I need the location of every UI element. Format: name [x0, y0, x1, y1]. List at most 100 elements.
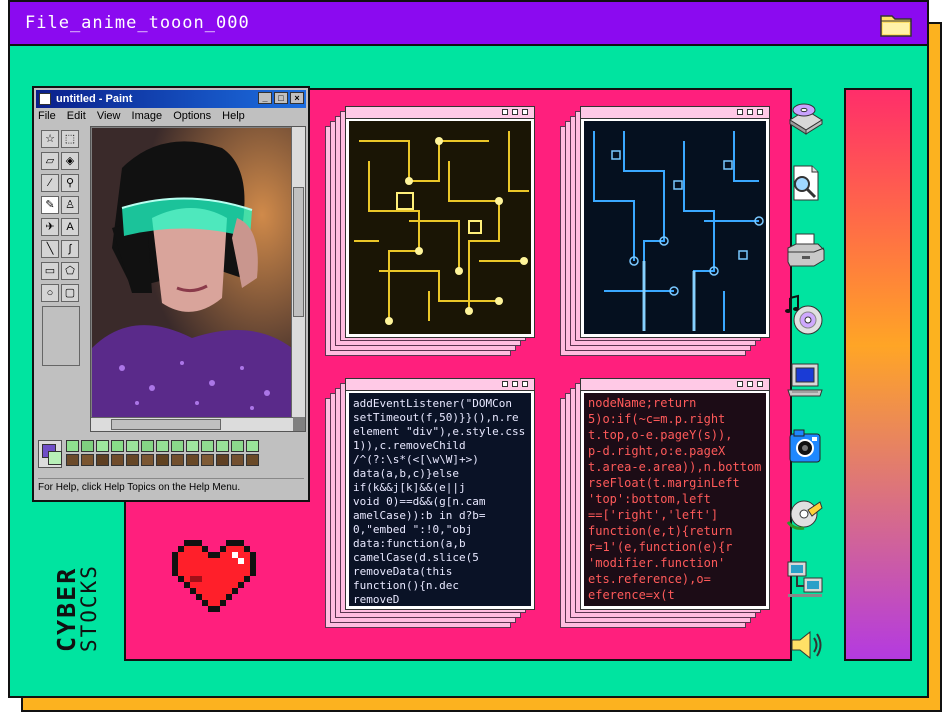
palette-swatch[interactable] — [216, 440, 229, 452]
magnifier-icon[interactable]: ⚲ — [61, 174, 79, 192]
palette-swatch[interactable] — [96, 454, 109, 466]
curve-icon[interactable]: ∫ — [61, 240, 79, 258]
polygon-icon[interactable]: ⬠ — [61, 262, 79, 280]
folder-icon[interactable] — [879, 10, 913, 38]
palette-swatch[interactable] — [171, 440, 184, 452]
palette-swatch[interactable] — [66, 454, 79, 466]
eraser-icon[interactable]: ▱ — [41, 152, 59, 170]
printer-icon[interactable] — [784, 228, 826, 270]
code-line: 'top':bottom,left — [588, 492, 711, 506]
code-line: function(){n.dec — [353, 579, 459, 592]
rectangle-icon[interactable]: ▭ — [41, 262, 59, 280]
current-color[interactable] — [38, 440, 62, 468]
palette-swatch[interactable] — [231, 454, 244, 466]
palette-swatch[interactable] — [201, 454, 214, 466]
paint-canvas[interactable] — [90, 126, 306, 432]
tool-options-box[interactable] — [42, 306, 80, 366]
ellipse-icon[interactable]: ○ — [41, 284, 59, 302]
fill-bucket-icon[interactable]: ◈ — [61, 152, 79, 170]
palette-swatch[interactable] — [96, 440, 109, 452]
menu-view[interactable]: View — [97, 110, 121, 122]
palette-swatch[interactable] — [156, 440, 169, 452]
maximize-button[interactable]: □ — [274, 92, 288, 104]
airbrush-icon[interactable]: ✈ — [41, 218, 59, 236]
menu-options[interactable]: Options — [173, 110, 211, 122]
vertical-scrollbar[interactable] — [291, 127, 305, 417]
rounded-rect-icon[interactable]: ▢ — [61, 284, 79, 302]
palette-swatch[interactable] — [66, 440, 79, 452]
cd-drive-icon[interactable] — [784, 96, 826, 138]
tile-stack-blue-circuit[interactable] — [560, 106, 770, 356]
desktop-icons — [784, 96, 830, 690]
brush-icon[interactable]: ♙ — [61, 196, 79, 214]
code-line: element "div"),e.style.css — [353, 425, 525, 438]
cyber-stocks-logo: CYBER STOCKS — [52, 548, 102, 656]
palette-swatch[interactable] — [81, 454, 94, 466]
palette-swatch[interactable] — [81, 440, 94, 452]
paint-title-bar[interactable]: untitled - Paint _ □ × — [36, 90, 306, 108]
pencil-icon[interactable]: ✎ — [41, 196, 59, 214]
code-line: data:function(a,b — [353, 537, 466, 550]
palette-swatch[interactable] — [126, 440, 139, 452]
palette-swatch[interactable] — [246, 454, 259, 466]
palette-swatch[interactable] — [231, 440, 244, 452]
tile-window-code-red[interactable]: nodeName;return 5)o:if(~c=m.p.right t.top,… — [580, 378, 770, 610]
code-line: ==['right','left'] — [588, 508, 718, 522]
minimize-button[interactable]: _ — [258, 92, 272, 104]
paint-window[interactable]: untitled - Paint _ □ × File Edit View Im… — [32, 86, 310, 502]
code-line: 0,"embed ":!0,"obj — [353, 523, 472, 536]
palette-swatch[interactable] — [201, 440, 214, 452]
palette-swatch[interactable] — [216, 454, 229, 466]
cd-music-icon[interactable] — [784, 294, 826, 336]
code-line: eference=x(t — [588, 588, 675, 602]
code-line: rseFloat(t.marginLeft — [588, 476, 740, 490]
free-select-icon[interactable]: ☆ — [41, 130, 59, 148]
menu-file[interactable]: File — [38, 110, 56, 122]
code-line: 'modifier.function' — [588, 556, 725, 570]
tile-stack-yellow-circuit[interactable] — [325, 106, 535, 356]
palette-swatch[interactable] — [171, 454, 184, 466]
code-line: r=1'(e,function(e){r — [588, 540, 733, 554]
close-button[interactable]: × — [290, 92, 304, 104]
media-player-icon[interactable] — [784, 492, 826, 534]
palette-swatch[interactable] — [186, 440, 199, 452]
code-line: 1)),c.removeChild — [353, 439, 466, 452]
palette-swatch[interactable] — [111, 440, 124, 452]
color-picker-icon[interactable]: ⁄ — [41, 174, 59, 192]
horizontal-scrollbar[interactable] — [91, 417, 293, 431]
rect-select-icon[interactable]: ⬚ — [61, 130, 79, 148]
camera-icon[interactable] — [784, 426, 826, 468]
palette-swatch[interactable] — [111, 454, 124, 466]
title-bar[interactable]: File_anime_tooon_000 — [10, 2, 927, 46]
code-line: nodeName;return — [588, 396, 696, 410]
window-title: File_anime_tooon_000 — [25, 13, 250, 33]
tile-window-blue[interactable] — [580, 106, 770, 338]
menu-edit[interactable]: Edit — [67, 110, 86, 122]
code-line: camelCase(d.slice(5 — [353, 551, 479, 564]
menu-help[interactable]: Help — [222, 110, 245, 122]
network-icon[interactable] — [784, 558, 826, 600]
code-line: data(a,b,c)}else — [353, 467, 459, 480]
line-icon[interactable]: ╲ — [41, 240, 59, 258]
menu-image[interactable]: Image — [132, 110, 163, 122]
pixel-heart-icon — [172, 540, 256, 612]
palette-swatch[interactable] — [141, 454, 154, 466]
palette-swatch[interactable] — [141, 440, 154, 452]
palette-swatch[interactable] — [186, 454, 199, 466]
palette-swatch[interactable] — [246, 440, 259, 452]
palette-swatch[interactable] — [156, 454, 169, 466]
tile-window-yellow[interactable] — [345, 106, 535, 338]
brand-line-2: STOCKS — [77, 564, 101, 652]
code-line: t.top,o-e.pageY(s)), — [588, 428, 733, 442]
find-file-icon[interactable] — [784, 162, 826, 204]
tile-window-code-blue[interactable]: addEventListener("DOMCon setTimeout(f,50)… — [345, 378, 535, 610]
code-line: ets.reference),o= — [588, 572, 711, 586]
palette-swatch[interactable] — [126, 454, 139, 466]
computer-icon[interactable] — [784, 360, 826, 402]
tile-stack-code-red[interactable]: nodeName;return 5)o:if(~c=m.p.right t.top,… — [560, 378, 770, 628]
text-icon[interactable]: A — [61, 218, 79, 236]
tile-stack-code-blue[interactable]: addEventListener("DOMCon setTimeout(f,50)… — [325, 378, 535, 628]
code-line: t.area-e.area)),n.bottom — [588, 460, 761, 474]
gradient-sidebar — [844, 88, 912, 661]
speaker-icon[interactable] — [784, 624, 826, 666]
